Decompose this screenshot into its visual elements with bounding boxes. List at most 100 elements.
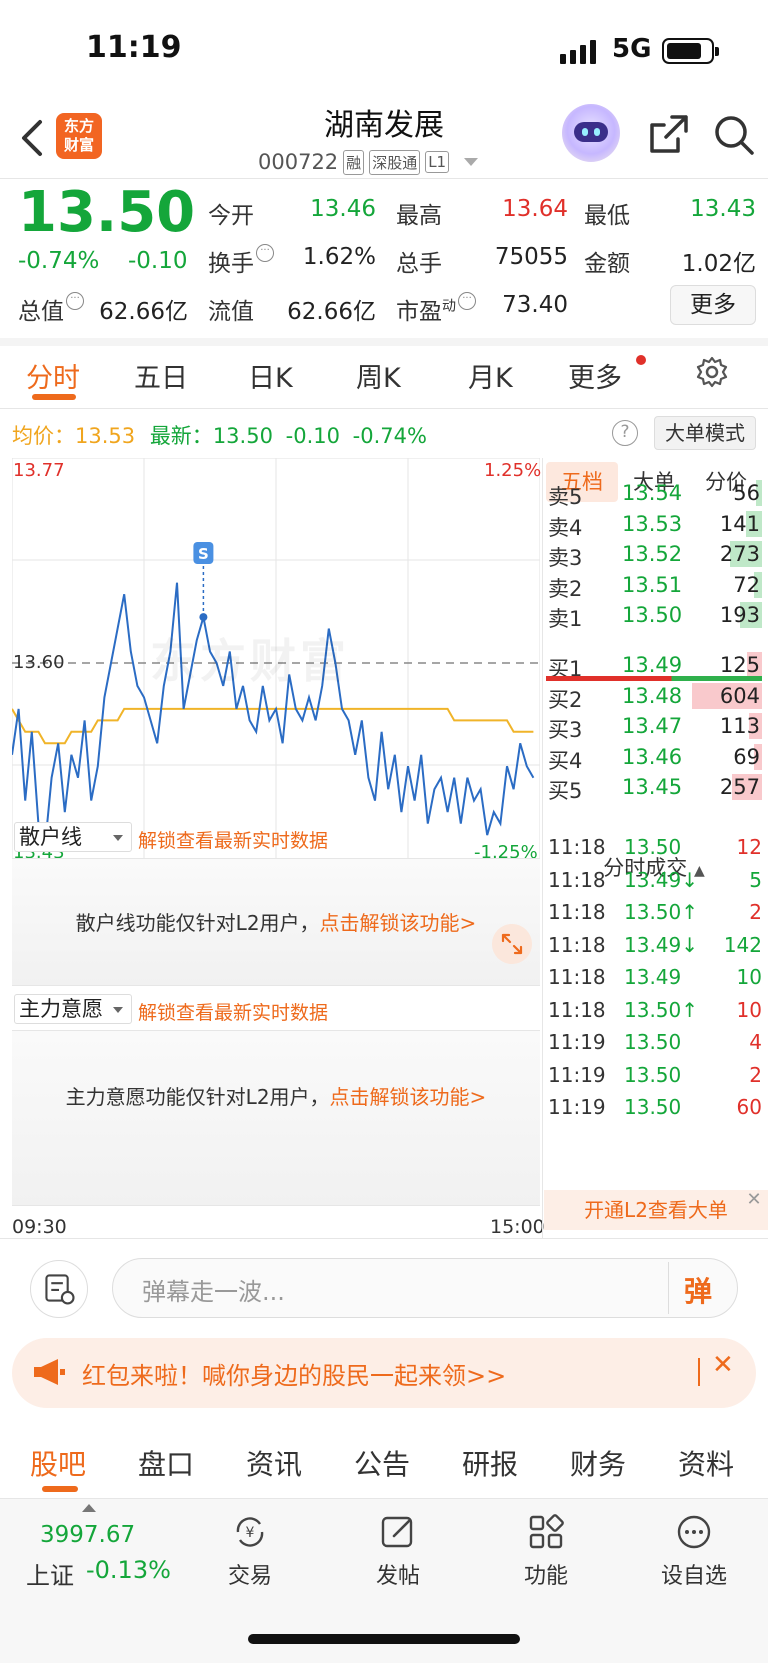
total-mv-label: 总值···	[18, 292, 84, 326]
expand-icon[interactable]	[492, 924, 532, 964]
tab-pankou[interactable]: 盘口	[138, 1443, 194, 1483]
help-icon[interactable]: ?	[612, 420, 638, 446]
more-button[interactable]: 更多	[670, 285, 756, 325]
level-qty: 125	[719, 653, 760, 677]
time-axis-start: 09:30	[12, 1216, 67, 1238]
turnover-rate-text: 换手	[208, 251, 254, 277]
low-value: 13.43	[690, 196, 756, 222]
amount-label: 金额	[584, 251, 630, 277]
amount-value: 1.02亿	[681, 251, 756, 277]
assistant-robot-icon[interactable]	[562, 104, 620, 162]
tag-connect: 深股通	[369, 149, 421, 175]
indicator-panel-main-force: 主力意愿功能仅针对L2用户，点击解锁该功能>	[12, 1030, 540, 1206]
tick-trade-row: 11:18 13.49 10	[548, 962, 762, 992]
asks-level-row: 卖3 13.52 273	[546, 539, 762, 570]
price-change: -0.10	[128, 248, 188, 274]
tab-research[interactable]: 研报	[462, 1443, 518, 1483]
chevron-up-icon[interactable]	[82, 1504, 96, 1512]
unlock-link[interactable]: 点击解锁该功能>	[330, 1085, 487, 1109]
chevron-down-icon	[464, 158, 479, 166]
svg-text:¥: ¥	[246, 1525, 255, 1541]
signal-icon	[560, 40, 596, 64]
y-axis-mid-label: 13.60	[13, 652, 65, 673]
tab-news[interactable]: 资讯	[246, 1443, 302, 1483]
index-value[interactable]: 3997.67	[40, 1522, 135, 1548]
tab-monthly-k[interactable]: 月K	[468, 356, 513, 395]
trade-volume: 4	[749, 1030, 762, 1054]
stock-code: 000722	[258, 150, 339, 174]
tick-trade-row: 11:18 13.50↑ 10	[548, 995, 762, 1025]
info-dots-icon[interactable]: ···	[256, 244, 274, 262]
level-label: 卖5	[548, 485, 583, 509]
tab-finance[interactable]: 财务	[570, 1443, 626, 1483]
tab-guba[interactable]: 股吧	[30, 1443, 86, 1483]
indicator-unlock-hint[interactable]: 解锁查看最新实时数据	[138, 826, 328, 853]
level-label: 买2	[548, 687, 583, 712]
indicator-selector-main-force[interactable]: 主力意愿	[14, 994, 132, 1024]
trade-time: 11:19	[548, 1095, 606, 1119]
active-tab-indicator	[32, 394, 76, 400]
trade-volume: 2	[749, 1062, 762, 1087]
close-icon[interactable]: ✕	[712, 1350, 734, 1380]
trade-time: 11:18	[548, 965, 606, 989]
features-button[interactable]: 功能	[496, 1512, 596, 1590]
stock-meta[interactable]: 000722 融 深股通 L1	[258, 148, 479, 176]
info-dots-icon[interactable]: ···	[66, 292, 84, 310]
divider	[668, 1262, 669, 1314]
search-icon[interactable]	[712, 113, 756, 157]
trade-button[interactable]: ¥ 交易	[200, 1512, 300, 1590]
trade-volume: 10	[736, 965, 762, 989]
pe-value: 73.40	[502, 292, 568, 318]
trade-time: 11:18	[548, 932, 606, 957]
tab-five-day[interactable]: 五日	[134, 356, 188, 395]
indicator-unlock-hint[interactable]: 解锁查看最新实时数据	[138, 998, 328, 1025]
high-label: 最高	[396, 203, 442, 229]
indicator-selector-retail[interactable]: 散户线	[14, 822, 132, 852]
tab-weekly-k[interactable]: 周K	[356, 356, 401, 395]
trade-time: 11:18	[548, 900, 606, 924]
gear-icon[interactable]	[696, 356, 728, 388]
tab-announcements[interactable]: 公告	[354, 1443, 410, 1483]
big-order-mode-button[interactable]: 大单模式	[654, 416, 756, 450]
features-label: 功能	[523, 1564, 568, 1589]
share-icon[interactable]	[646, 113, 690, 157]
float-mv-value: 62.66亿	[287, 299, 376, 325]
divider	[698, 1358, 700, 1386]
level-qty: 56	[733, 481, 760, 505]
tab-profile[interactable]: 资料	[678, 1443, 734, 1483]
latest-pct: -0.74%	[352, 424, 427, 448]
trade-price: 13.49	[624, 965, 682, 989]
trade-volume: 5	[749, 867, 762, 892]
indicator-message-text: 主力意愿功能仅针对L2用户，	[65, 1085, 330, 1109]
tab-daily-k[interactable]: 日K	[248, 356, 293, 395]
red-packet-text[interactable]: 红包来啦！喊你身边的股民一起来领>>	[82, 1356, 506, 1391]
add-watchlist-button[interactable]: 设自选	[644, 1512, 744, 1590]
danmaku-send-button[interactable]: 弹	[684, 1270, 712, 1310]
level-label: 卖3	[548, 546, 583, 570]
indicator-message: 主力意愿功能仅针对L2用户，点击解锁该功能>	[12, 1081, 540, 1110]
tab-intraday[interactable]: 分时	[26, 356, 80, 395]
price-pct-change: -0.74%	[18, 248, 100, 274]
open-l2-banner[interactable]: 开通L2查看大单	[544, 1190, 768, 1230]
tick-trade-row: 11:19 13.50 2	[548, 1060, 762, 1090]
volume-value: 75055	[494, 244, 568, 270]
trade-price: 13.50↑	[624, 900, 699, 924]
level-label: 买5	[548, 779, 583, 803]
level-qty: 113	[719, 714, 760, 738]
divider	[542, 458, 543, 1238]
index-pct[interactable]: -0.13%	[86, 1556, 171, 1584]
trade-time: 11:18	[548, 867, 606, 892]
indicator-message: 散户线功能仅针对L2用户，点击解锁该功能>	[12, 907, 540, 936]
trade-volume: 12	[736, 835, 762, 859]
trade-volume: 10	[736, 997, 762, 1022]
unlock-link[interactable]: 点击解锁该功能>	[320, 911, 477, 935]
indicator-selector-label: 主力意愿	[19, 997, 103, 1021]
status-time: 11:19	[86, 30, 182, 65]
index-name[interactable]: 上证	[26, 1556, 74, 1591]
info-dots-icon[interactable]: ···	[458, 292, 476, 310]
post-button[interactable]: 发帖	[348, 1512, 448, 1590]
total-mv-value: 62.66亿	[99, 299, 188, 325]
tab-more[interactable]: 更多	[568, 356, 622, 395]
danmaku-settings-icon[interactable]	[30, 1260, 88, 1318]
close-icon[interactable]: ✕	[744, 1190, 764, 1210]
